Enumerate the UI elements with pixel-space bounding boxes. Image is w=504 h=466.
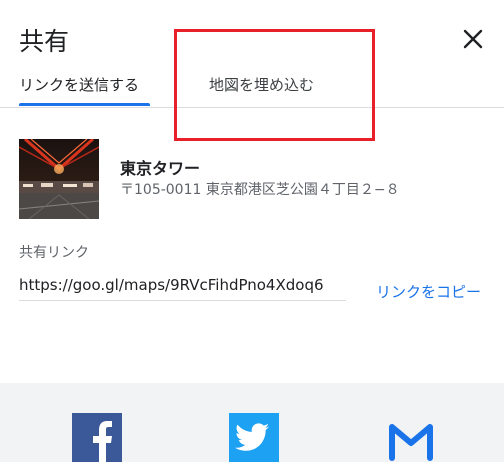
- gmail-share-button[interactable]: [387, 413, 435, 462]
- facebook-icon: [93, 421, 112, 462]
- tab-embed-map[interactable]: 地図を埋め込む: [209, 74, 314, 95]
- twitter-icon: [235, 423, 270, 451]
- tab-send-link[interactable]: リンクを送信する: [19, 74, 139, 95]
- place-thumbnail: [19, 139, 99, 219]
- place-name: 東京タワー: [120, 159, 201, 178]
- close-icon: [463, 29, 483, 49]
- active-tab-indicator: [19, 103, 150, 106]
- dialog-title: 共有: [19, 27, 70, 56]
- dialog-header: 共有 リンクを送信する 地図を埋め込む: [0, 0, 504, 108]
- place-address: 〒105-0011 東京都港区芝公園４丁目２−８: [120, 182, 400, 198]
- gmail-icon: [389, 424, 433, 461]
- close-button[interactable]: [458, 24, 488, 54]
- copy-link-button[interactable]: リンクをコピー: [376, 281, 481, 302]
- header-divider: [0, 107, 504, 108]
- twitter-share-button[interactable]: [229, 413, 279, 462]
- tokyo-tower-photo: [19, 139, 99, 219]
- share-link-label: 共有リンク: [19, 245, 89, 261]
- share-link-field[interactable]: https://goo.gl/maps/9RVcFihdPno4Xdoq6: [19, 276, 346, 301]
- facebook-share-button[interactable]: [72, 413, 122, 462]
